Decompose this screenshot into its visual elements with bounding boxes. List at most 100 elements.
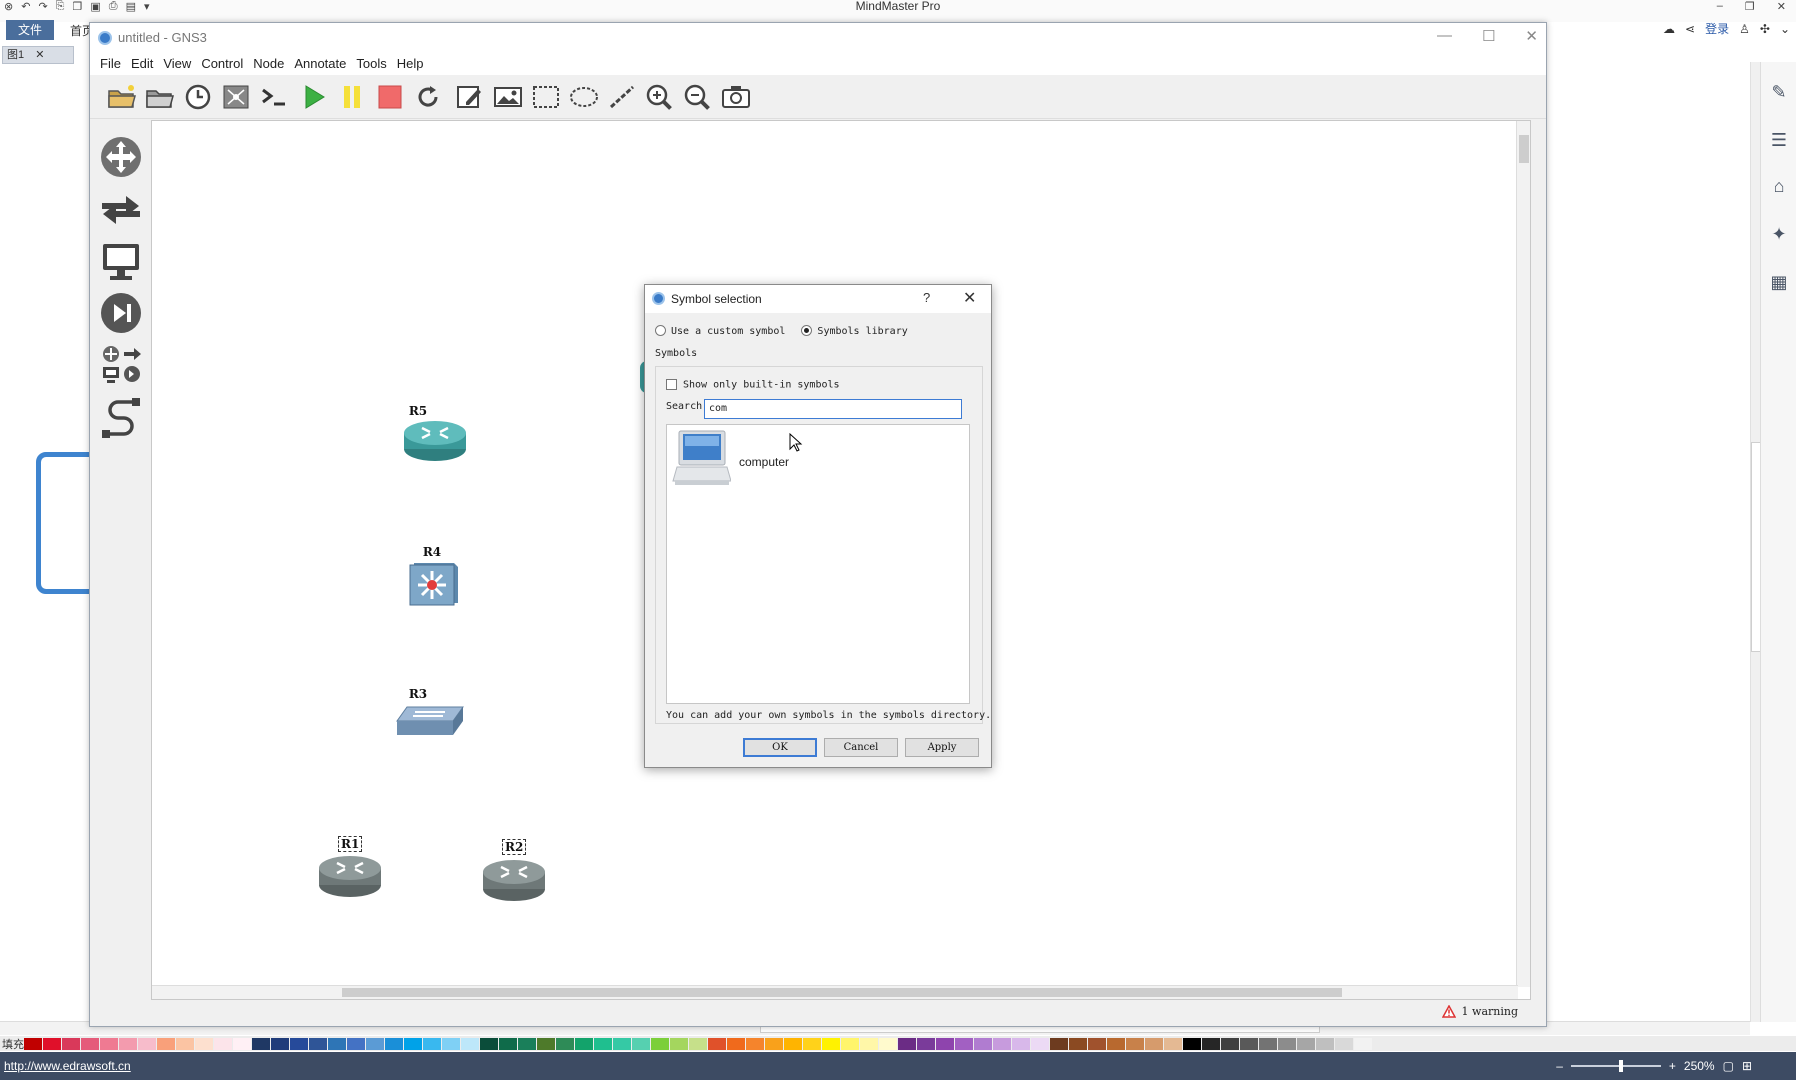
- color-swatch[interactable]: [1202, 1037, 1220, 1050]
- scroll-thumb[interactable]: [342, 988, 1342, 997]
- color-swatch[interactable]: [1069, 1037, 1087, 1050]
- color-swatch[interactable]: [404, 1037, 422, 1050]
- color-swatch[interactable]: [1050, 1037, 1068, 1050]
- color-swatch[interactable]: [1031, 1037, 1049, 1050]
- menu-help[interactable]: Help: [395, 53, 432, 75]
- zoom-out-icon[interactable]: –: [1556, 1059, 1563, 1073]
- color-swatch[interactable]: [575, 1037, 593, 1050]
- color-swatch[interactable]: [670, 1037, 688, 1050]
- color-swatch[interactable]: [594, 1037, 612, 1050]
- color-swatch[interactable]: [1145, 1037, 1163, 1050]
- color-swatch[interactable]: [1012, 1037, 1030, 1050]
- builtin-only-checkbox[interactable]: Show only built-in symbols: [666, 379, 840, 391]
- color-swatch[interactable]: [727, 1037, 745, 1050]
- color-swatch[interactable]: [309, 1037, 327, 1050]
- share-icon[interactable]: ⋖: [1685, 22, 1695, 36]
- menu-annotate[interactable]: Annotate: [292, 53, 354, 75]
- edit-note-icon[interactable]: [454, 82, 486, 112]
- move-icon[interactable]: [98, 134, 144, 180]
- color-swatch[interactable]: [518, 1037, 536, 1050]
- color-swatch[interactable]: [974, 1037, 992, 1050]
- color-swatch[interactable]: [537, 1037, 555, 1050]
- color-swatch[interactable]: [195, 1037, 213, 1050]
- close-icon[interactable]: ✕: [963, 288, 976, 308]
- color-swatch[interactable]: [385, 1037, 403, 1050]
- fit-page-icon[interactable]: ▢: [1723, 1059, 1734, 1073]
- symbols-library-radio[interactable]: Symbols library: [801, 325, 908, 337]
- all-devices-icon[interactable]: [98, 342, 144, 388]
- security-devices-icon[interactable]: [98, 290, 144, 336]
- website-link[interactable]: http://www.edrawsoft.cn: [4, 1059, 131, 1073]
- color-swatch[interactable]: [1164, 1037, 1182, 1050]
- router-r5[interactable]: [402, 419, 468, 463]
- minimize-icon[interactable]: —: [1437, 27, 1452, 45]
- color-swatch[interactable]: [1354, 1037, 1372, 1050]
- shirt-icon[interactable]: ♙: [1739, 22, 1750, 36]
- color-swatch[interactable]: [328, 1037, 346, 1050]
- color-swatch[interactable]: [1183, 1037, 1201, 1050]
- menu-view[interactable]: View: [161, 53, 199, 75]
- maximize-icon[interactable]: ☐: [1482, 27, 1495, 45]
- open-folder-icon[interactable]: [106, 82, 138, 112]
- draw-ellipse-icon[interactable]: [568, 82, 600, 112]
- help-button[interactable]: ?: [923, 290, 930, 305]
- apps-icon[interactable]: ✣: [1760, 22, 1770, 36]
- switch-r3[interactable]: [395, 703, 465, 739]
- screenshot-icon[interactable]: [720, 82, 752, 112]
- reload-icon[interactable]: [412, 82, 444, 112]
- color-swatch[interactable]: [366, 1037, 384, 1050]
- document-tab[interactable]: 图1 ✕: [2, 46, 74, 64]
- zoom-slider-knob[interactable]: [1618, 1060, 1623, 1072]
- radio-indicator[interactable]: [801, 325, 813, 336]
- color-swatch[interactable]: [1126, 1037, 1144, 1050]
- open-icon[interactable]: [144, 82, 176, 112]
- color-swatch[interactable]: [119, 1037, 137, 1050]
- color-swatch[interactable]: [138, 1037, 156, 1050]
- color-swatch[interactable]: [24, 1037, 42, 1050]
- color-swatch[interactable]: [1259, 1037, 1277, 1050]
- scroll-thumb[interactable]: [1519, 135, 1529, 163]
- color-swatch[interactable]: [689, 1037, 707, 1050]
- stop-icon[interactable]: [374, 82, 406, 112]
- menu-edit[interactable]: Edit: [129, 53, 161, 75]
- color-swatch[interactable]: [746, 1037, 764, 1050]
- color-swatch[interactable]: [1240, 1037, 1258, 1050]
- switches-icon[interactable]: [98, 186, 144, 232]
- color-swatch[interactable]: [651, 1037, 669, 1050]
- color-swatch[interactable]: [1316, 1037, 1334, 1050]
- color-swatch[interactable]: [233, 1037, 251, 1050]
- zoom-slider[interactable]: [1570, 1060, 1661, 1072]
- insert-picture-icon[interactable]: [492, 82, 524, 112]
- color-swatch[interactable]: [1278, 1037, 1296, 1050]
- start-icon[interactable]: [298, 82, 330, 112]
- menu-node[interactable]: Node: [251, 53, 292, 75]
- clock-icon[interactable]: [182, 82, 214, 112]
- color-swatch[interactable]: [480, 1037, 498, 1050]
- color-swatch[interactable]: [252, 1037, 270, 1050]
- color-swatch[interactable]: [841, 1037, 859, 1050]
- color-swatch[interactable]: [955, 1037, 973, 1050]
- color-swatch[interactable]: [442, 1037, 460, 1050]
- cloud-icon[interactable]: ☁: [1663, 22, 1675, 36]
- full-screen-icon[interactable]: ⊞: [1742, 1059, 1752, 1073]
- color-swatch[interactable]: [461, 1037, 479, 1050]
- apply-button[interactable]: Apply: [905, 738, 979, 757]
- console-icon[interactable]: [258, 82, 290, 112]
- zoom-out-icon[interactable]: [682, 82, 714, 112]
- zoom-in-icon[interactable]: [644, 82, 676, 112]
- color-swatch[interactable]: [1107, 1037, 1125, 1050]
- file-tab[interactable]: 文件: [6, 20, 54, 40]
- chevron-down-icon[interactable]: ⌄: [1780, 22, 1790, 36]
- color-swatch[interactable]: [1088, 1037, 1106, 1050]
- theme-icon[interactable]: ⌂: [1768, 176, 1790, 196]
- outline-icon[interactable]: ☰: [1768, 130, 1790, 150]
- clipart-icon[interactable]: ✦: [1768, 224, 1790, 244]
- color-swatch[interactable]: [81, 1037, 99, 1050]
- color-swatch[interactable]: [708, 1037, 726, 1050]
- login-link[interactable]: 登录: [1705, 20, 1729, 37]
- canvas-horizontal-scrollbar[interactable]: [152, 985, 1518, 999]
- color-swatch[interactable]: [936, 1037, 954, 1050]
- color-swatch[interactable]: [214, 1037, 232, 1050]
- router-r1[interactable]: [317, 853, 383, 899]
- menu-file[interactable]: File: [98, 53, 129, 75]
